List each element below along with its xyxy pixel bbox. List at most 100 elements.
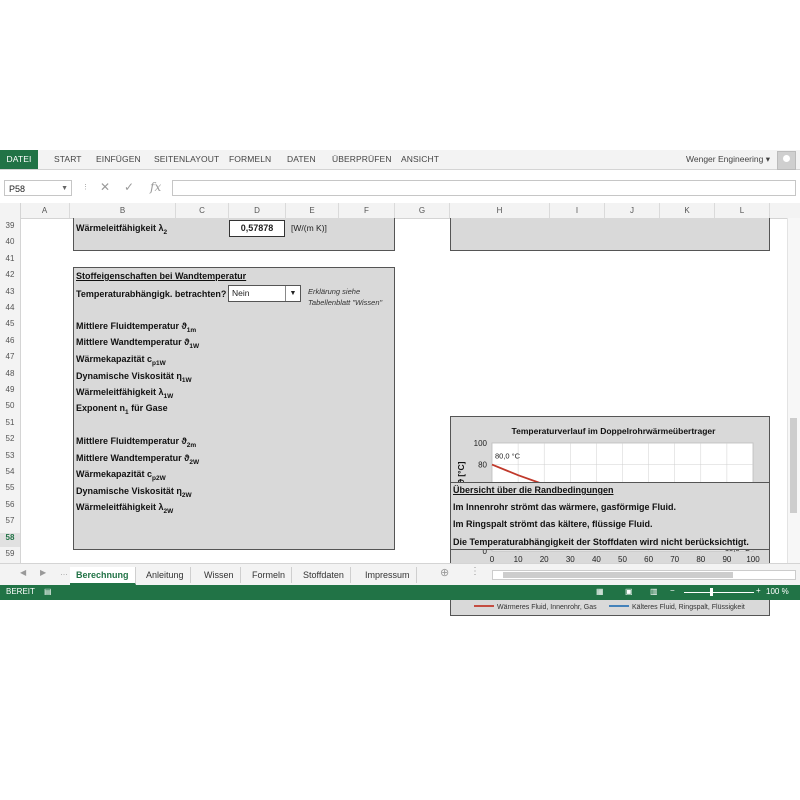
formula-bar: P58 ▼ ⋮ ✕ ✓ fx bbox=[0, 177, 800, 199]
horizontal-scrollbar[interactable] bbox=[492, 570, 796, 580]
row-header[interactable]: 42 bbox=[0, 270, 20, 284]
cancel-icon[interactable]: ✕ bbox=[100, 180, 110, 194]
next-sheet-icon[interactable]: ▶ bbox=[40, 568, 46, 577]
name-box[interactable]: P58 ▼ bbox=[4, 180, 72, 196]
temperature-dependency-question: Temperaturabhängigk. betrachten? bbox=[76, 289, 227, 299]
vertical-scrollbar[interactable] bbox=[787, 218, 800, 563]
lambda2-value[interactable]: 0,57878 bbox=[229, 220, 285, 237]
summary-line-1: Im Innenrohr strömt das wärmere, gasförm… bbox=[453, 502, 677, 512]
page-break-view-icon[interactable]: ▥ bbox=[650, 587, 658, 596]
wall-property-subscript: 2W bbox=[181, 491, 192, 499]
row-header[interactable]: 40 bbox=[0, 237, 20, 251]
sheet-tab-wissen[interactable]: Wissen bbox=[198, 567, 241, 583]
row-header[interactable]: 58 bbox=[0, 532, 20, 547]
select-all-corner[interactable] bbox=[0, 203, 21, 218]
column-header[interactable]: E bbox=[286, 203, 339, 218]
tab-einfuegen[interactable]: EINFÜGEN bbox=[96, 154, 141, 164]
tab-seitenlayout[interactable]: SEITENLAYOUT bbox=[154, 154, 219, 164]
sheet-tab-berechnung[interactable]: Berechnung bbox=[70, 567, 136, 585]
scroll-thumb[interactable] bbox=[503, 572, 733, 578]
tab-ansicht[interactable]: ANSICHT bbox=[401, 154, 439, 164]
row-header[interactable]: 51 bbox=[0, 418, 20, 432]
row-header[interactable]: 45 bbox=[0, 319, 20, 333]
zoom-out-icon[interactable]: − bbox=[670, 586, 675, 595]
add-sheet-icon[interactable]: ⊕ bbox=[440, 566, 449, 579]
tab-datei[interactable]: DATEI bbox=[0, 150, 38, 169]
wall-property-label: Mittlere Fluidtemperatur ϑ1m bbox=[76, 321, 196, 334]
column-header[interactable]: D bbox=[229, 203, 286, 218]
tab-daten[interactable]: DATEN bbox=[287, 154, 316, 164]
row-header[interactable]: 41 bbox=[0, 254, 20, 268]
more-dots-icon[interactable]: ⋮ bbox=[82, 183, 89, 191]
row-header[interactable]: 49 bbox=[0, 385, 20, 399]
column-header[interactable]: A bbox=[20, 203, 70, 218]
macro-record-icon[interactable]: ▤ bbox=[44, 587, 52, 596]
sheet-tab-anleitung[interactable]: Anleitung bbox=[140, 567, 191, 583]
wall-property-subscript: 2W bbox=[189, 458, 200, 466]
formula-input[interactable] bbox=[172, 180, 796, 196]
avatar[interactable] bbox=[777, 151, 796, 170]
row-header[interactable]: 55 bbox=[0, 483, 20, 497]
zoom-slider-thumb[interactable] bbox=[710, 588, 713, 596]
wall-property-text: Dynamische Viskosität η bbox=[76, 371, 182, 381]
excel-window: DATEI START EINFÜGEN SEITENLAYOUT FORMEL… bbox=[0, 150, 800, 616]
zoom-in-icon[interactable]: + bbox=[756, 586, 761, 595]
sheet-tab-formeln[interactable]: Formeln bbox=[246, 567, 293, 583]
ribbon-tabs: DATEI START EINFÜGEN SEITENLAYOUT FORMEL… bbox=[0, 150, 800, 170]
column-header[interactable]: H bbox=[450, 203, 550, 218]
y-tick-label: 80 bbox=[478, 461, 487, 470]
row-header[interactable]: 48 bbox=[0, 369, 20, 383]
column-header[interactable]: B bbox=[70, 203, 176, 218]
row-header[interactable]: 59 bbox=[0, 549, 20, 563]
chevron-down-icon[interactable]: ▼ bbox=[285, 286, 300, 301]
fx-icon[interactable]: fx bbox=[150, 180, 161, 194]
row-header[interactable]: 46 bbox=[0, 336, 20, 350]
chart-title: Temperaturverlauf im Doppelrohrwärmeüber… bbox=[512, 426, 717, 436]
status-mode: BEREIT bbox=[6, 587, 35, 596]
wall-property-label: Wärmekapazität cp1W bbox=[76, 354, 166, 367]
sheet-tab-impressum[interactable]: Impressum bbox=[359, 567, 417, 583]
confirm-icon[interactable]: ✓ bbox=[124, 180, 134, 194]
tab-formeln[interactable]: FORMELN bbox=[229, 154, 271, 164]
legend-entry: Kälteres Fluid, Ringspalt, Flüssigkeit bbox=[632, 604, 745, 611]
row-header[interactable]: 44 bbox=[0, 303, 20, 317]
column-header[interactable]: G bbox=[395, 203, 450, 218]
lambda2-label: Wärmeleitfähigkeit λ2 bbox=[76, 223, 168, 236]
column-header[interactable]: I bbox=[550, 203, 605, 218]
row-header[interactable]: 43 bbox=[0, 287, 20, 301]
split-handle-icon[interactable]: ⋮ bbox=[470, 566, 480, 577]
wall-property-subscript: 2m bbox=[186, 441, 197, 449]
more-sheets-icon[interactable]: … bbox=[60, 568, 68, 577]
row-header[interactable]: 54 bbox=[0, 467, 20, 481]
wall-property-label: Wärmekapazität cp2W bbox=[76, 469, 166, 482]
user-name[interactable]: Wenger Engineering ▾ bbox=[686, 154, 770, 165]
chevron-down-icon[interactable]: ▼ bbox=[61, 181, 68, 197]
column-header[interactable]: C bbox=[176, 203, 229, 218]
row-header[interactable]: 52 bbox=[0, 434, 20, 448]
column-header[interactable]: J bbox=[605, 203, 660, 218]
row-header[interactable]: 56 bbox=[0, 500, 20, 514]
column-header[interactable]: K bbox=[660, 203, 715, 218]
wall-property-text: Wärmeleitfähigkeit λ bbox=[76, 502, 164, 512]
legend-entry: Wärmeres Fluid, Innenrohr, Gas bbox=[497, 604, 597, 611]
tab-start[interactable]: START bbox=[54, 154, 82, 164]
lambda2-unit: [W/(m K)] bbox=[291, 223, 327, 233]
wall-property-text: Wärmeleitfähigkeit λ bbox=[76, 387, 164, 397]
prev-sheet-icon[interactable]: ◀ bbox=[20, 568, 26, 577]
column-header[interactable]: L bbox=[715, 203, 770, 218]
wall-property-text: Dynamische Viskosität η bbox=[76, 486, 182, 496]
normal-view-icon[interactable]: ▦ bbox=[596, 587, 604, 596]
sheet-tab-stoffdaten[interactable]: Stoffdaten bbox=[297, 567, 351, 583]
scroll-thumb[interactable] bbox=[790, 418, 797, 513]
page-layout-view-icon[interactable]: ▣ bbox=[625, 587, 633, 596]
row-header[interactable]: 47 bbox=[0, 352, 20, 366]
row-header[interactable]: 57 bbox=[0, 516, 20, 530]
row-header[interactable]: 39 bbox=[0, 221, 20, 235]
wall-property-text: Mittlere Fluidtemperatur ϑ bbox=[76, 321, 187, 331]
zoom-slider[interactable] bbox=[684, 592, 754, 593]
row-header[interactable]: 53 bbox=[0, 451, 20, 465]
tab-ueberpruefen[interactable]: ÜBERPRÜFEN bbox=[332, 154, 392, 164]
row-header[interactable]: 50 bbox=[0, 401, 20, 415]
temperature-dependency-select[interactable]: Nein ▼ bbox=[228, 285, 301, 302]
column-header[interactable]: F bbox=[339, 203, 395, 218]
